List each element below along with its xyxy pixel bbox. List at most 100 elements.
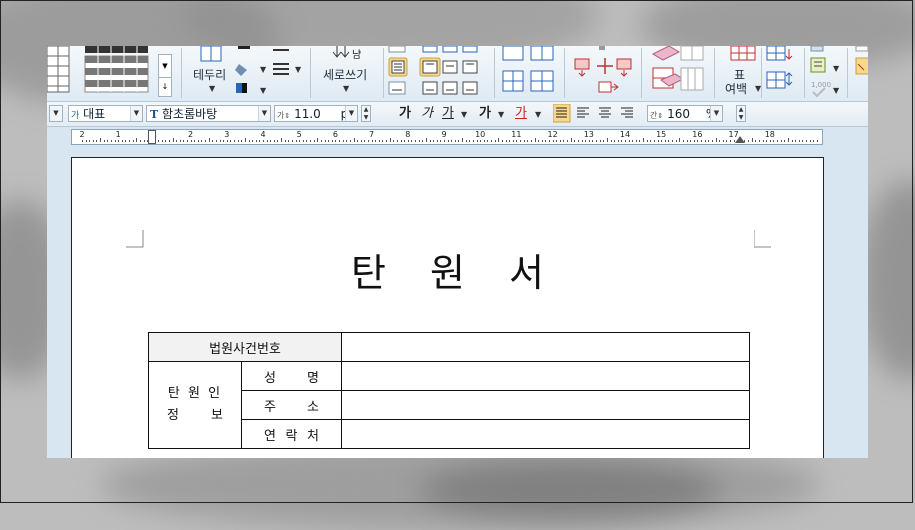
cell-style-gallery[interactable]: ▼ ↓ — [47, 46, 177, 101]
style-select-arrow[interactable]: ▼ — [130, 106, 142, 121]
font-select-value: 함초롬바탕 — [162, 107, 218, 121]
toolbar-grip-dropdown[interactable]: ▼ — [49, 105, 63, 122]
ruler-tick — [320, 140, 322, 142]
gallery-expand-button[interactable]: ↓ — [158, 77, 172, 97]
ruler-tick — [512, 140, 514, 142]
ruler-number: 15 — [656, 130, 667, 139]
line-style-dropdown-arrow[interactable]: ▼ — [295, 65, 301, 74]
row-column-insert-icons[interactable] — [569, 46, 641, 101]
more-tools-icon[interactable] — [853, 46, 868, 101]
ruler-tick — [491, 140, 493, 142]
ruler-tick — [139, 140, 141, 142]
eraser-distribute-icons[interactable] — [645, 46, 711, 101]
table-margin-button[interactable]: 여백 — [725, 80, 747, 97]
contact-label-char: 락 — [285, 428, 298, 444]
cell-split-merge-icons[interactable] — [499, 46, 563, 101]
vertical-write-dropdown-arrow[interactable]: ▼ — [343, 84, 349, 93]
cell-split-merge-group — [499, 46, 563, 101]
font-size-unit-arrow[interactable]: ▼ — [345, 106, 357, 121]
ruler-tick — [469, 140, 471, 142]
font-size-spinner[interactable]: ▲ ▼ — [361, 105, 371, 122]
formula-dropdown-arrow[interactable]: ▼ — [833, 64, 839, 73]
name-value-cell[interactable] — [341, 361, 750, 391]
ruler-tick — [697, 140, 699, 142]
number-format-dropdown-arrow[interactable]: ▼ — [833, 86, 839, 95]
horizontal-ruler[interactable]: 21123456789101112131415161718 — [71, 129, 823, 145]
ribbon-separator — [564, 48, 565, 98]
text-color-button[interactable]: 가 — [513, 105, 529, 122]
strikethrough-button[interactable]: 가 — [477, 105, 493, 122]
line-spacing-field[interactable]: 간⇕ 160 % ▼ — [647, 105, 723, 122]
ruler-tick — [690, 140, 692, 142]
ruler-tick — [284, 140, 286, 142]
ruler-tick — [711, 140, 713, 142]
style-select-value: 대표 — [83, 107, 106, 121]
ruler-tick — [509, 140, 511, 142]
title-char: 탄 — [351, 251, 387, 295]
ruler-number: 6 — [332, 130, 338, 139]
line-spacing-spinner[interactable]: ▲ ▼ — [736, 105, 746, 122]
ruler-tick — [237, 140, 239, 142]
ruler-tick — [693, 140, 695, 142]
ruler-tick — [96, 140, 98, 142]
ruler-tick — [248, 140, 250, 142]
petitioner-info-label-cell: 탄 원 인 정 보 — [148, 361, 242, 449]
cell-size-icons[interactable] — [765, 46, 805, 101]
first-line-indent-marker[interactable] — [148, 130, 156, 144]
font-size-field[interactable]: 가⇕ 11.0 pt ▼ — [274, 105, 358, 122]
border-button[interactable]: 테두리 — [193, 66, 226, 83]
bold-button[interactable]: 가 — [397, 105, 413, 122]
border-dropdown-arrow[interactable]: ▼ — [209, 84, 215, 93]
ruler-tick — [299, 140, 301, 142]
gallery-scroll-down-button[interactable]: ▼ — [158, 54, 172, 78]
ruler-tick — [295, 140, 297, 142]
ruler-tick — [407, 140, 409, 142]
underline-dropdown-arrow[interactable]: ▼ — [461, 110, 467, 119]
document-page[interactable]: 탄원서 법원사건번호 탄 원 인 정 보 성명 주 소 연 락 처 — [71, 157, 824, 458]
ruler-tick — [186, 140, 188, 142]
fill-dropdown-arrow[interactable]: ▼ — [260, 65, 266, 74]
ruler-tick — [273, 140, 275, 142]
ruler-tick — [447, 140, 449, 142]
vertical-write-button[interactable]: 세로쓰기 — [323, 66, 367, 83]
ruler-tick — [360, 140, 362, 142]
ruler-tick — [588, 140, 590, 142]
ruler-tick — [729, 140, 731, 142]
svg-text:1,000: 1,000 — [811, 81, 831, 89]
ruler-tick — [606, 138, 608, 142]
ruler-tick — [324, 140, 326, 142]
ruler-tick — [628, 140, 630, 142]
ruler-tick — [657, 140, 659, 142]
petitioner-label-line1: 탄 원 인 — [167, 386, 223, 401]
strikethrough-dropdown-arrow[interactable]: ▼ — [498, 110, 504, 119]
address-value-cell[interactable] — [341, 390, 750, 420]
text-color-dropdown-arrow[interactable]: ▼ — [535, 110, 541, 119]
contact-value-cell[interactable] — [341, 419, 750, 449]
ruler-number: 16 — [692, 130, 703, 139]
line-spacing-value: 160 — [667, 107, 690, 121]
case-number-value-cell[interactable] — [341, 332, 750, 362]
ruler-tick — [168, 140, 170, 142]
ruler-tick — [110, 140, 112, 142]
ruler-tick — [559, 140, 561, 142]
ruler-tick — [505, 140, 507, 142]
paragraph-align-icons[interactable] — [553, 104, 643, 124]
line-spacing-unit-arrow[interactable]: ▼ — [710, 106, 722, 121]
ruler-tick — [357, 140, 359, 142]
font-select[interactable]: T 함초롬바탕 ▼ — [146, 105, 271, 122]
ruler-tick — [675, 140, 677, 142]
cell-alignment-icons[interactable] — [387, 46, 497, 101]
italic-button[interactable]: 가 — [419, 105, 435, 122]
right-indent-marker[interactable] — [735, 136, 745, 143]
ribbon-separator — [494, 48, 495, 98]
ribbon-separator — [804, 48, 805, 98]
ruler-tick — [545, 140, 547, 142]
ruler-tick — [136, 138, 138, 142]
ruler-number: 13 — [583, 130, 594, 139]
font-select-arrow[interactable]: ▼ — [258, 106, 270, 121]
style-select[interactable]: 가 대표 ▼ — [68, 105, 143, 122]
underline-button[interactable]: 가 — [440, 105, 456, 122]
cell-color-dropdown-arrow[interactable]: ▼ — [260, 86, 266, 95]
ruler-tick — [205, 140, 207, 142]
formula-icons[interactable]: 1,000 — [807, 46, 847, 101]
